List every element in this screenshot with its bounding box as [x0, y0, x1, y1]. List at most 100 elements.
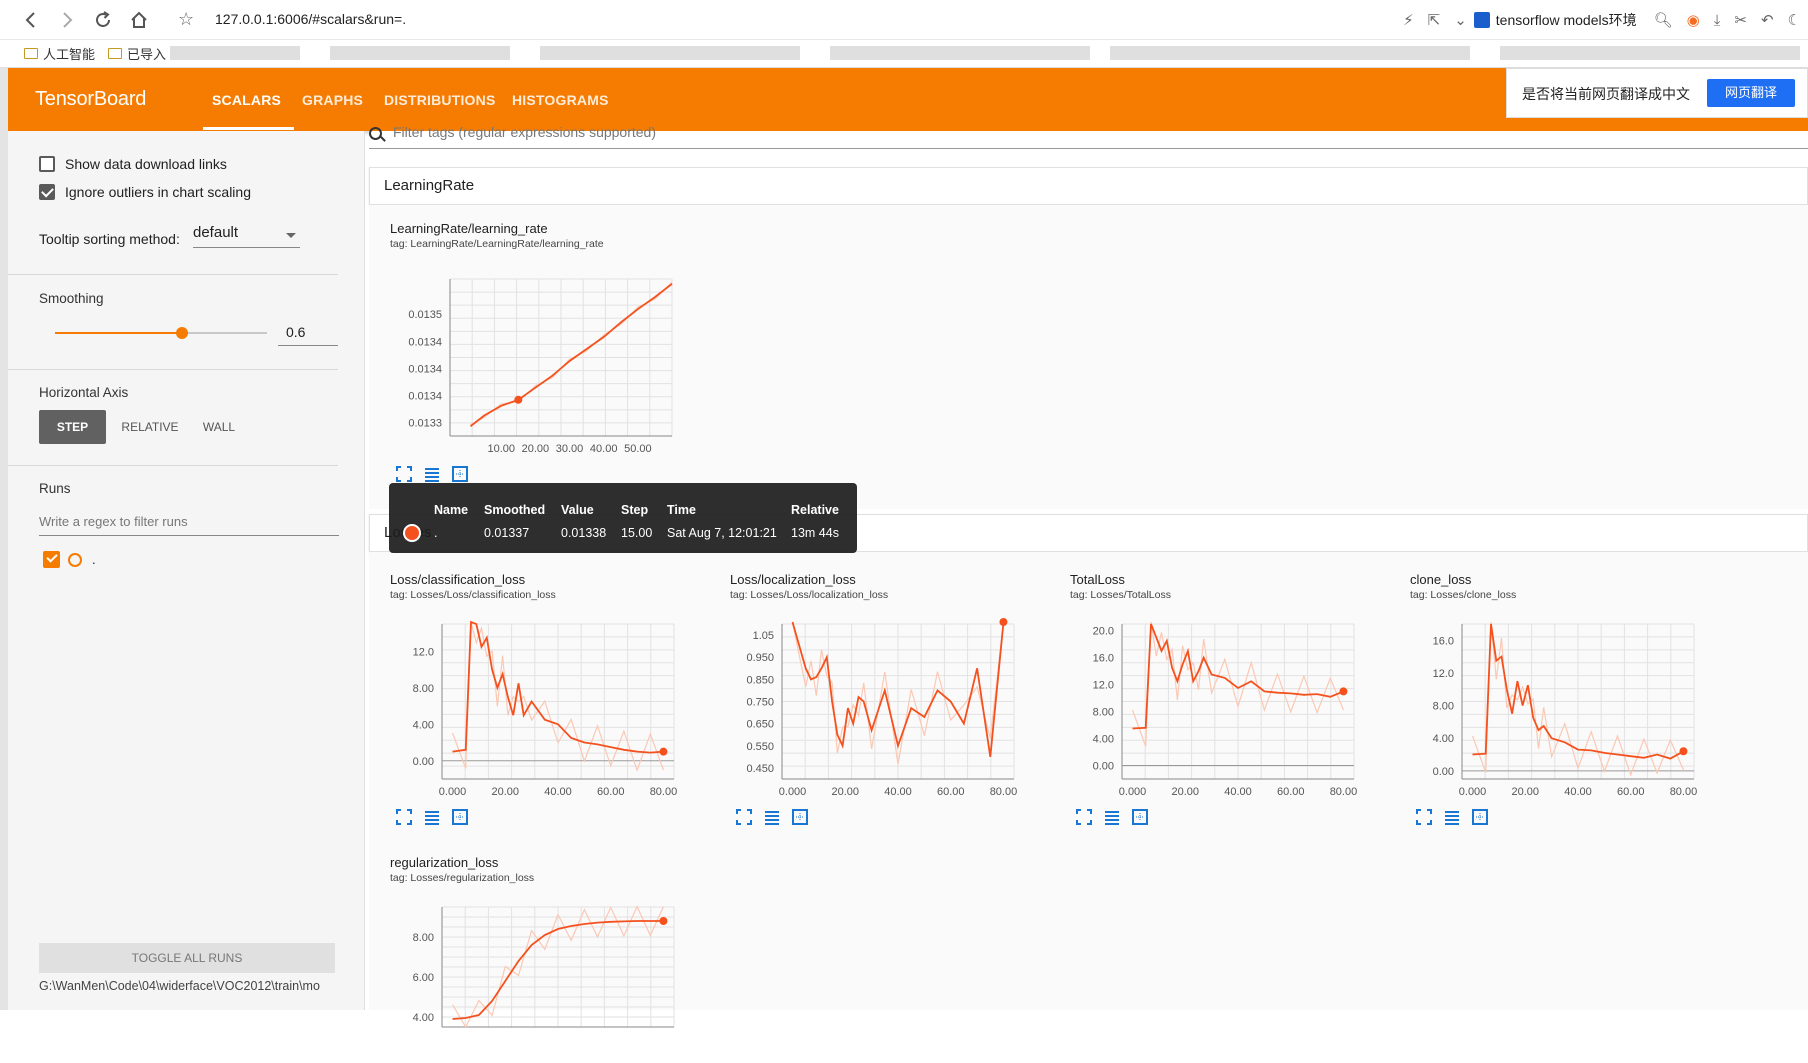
translate-button[interactable]: 网页翻译	[1707, 79, 1795, 107]
chart-svg[interactable]: 0.00 4.00 8.00 12.0 16.0 0.000 20.00 40.00 60.00…	[1390, 592, 1710, 815]
active-tab-indicator	[203, 127, 294, 130]
x-tick-label: 20.00	[832, 786, 860, 798]
chart-title: TotalLoss	[1070, 572, 1125, 587]
y-tick-label: 16.0	[1093, 653, 1114, 665]
reload-icon[interactable]	[86, 3, 120, 37]
x-tick-label: 10.00	[487, 443, 515, 455]
x-tick-label: 40.00	[1564, 786, 1592, 798]
x-tick-label: 40.00	[884, 786, 912, 798]
toggle-log-scale-icon[interactable]	[1444, 809, 1460, 825]
fit-domain-icon[interactable]	[452, 466, 468, 482]
y-tick-label: 0.550	[746, 741, 774, 753]
moon-icon[interactable]: ☾	[1788, 11, 1801, 29]
scissors-icon[interactable]: ✂	[1734, 11, 1747, 29]
tag-filter[interactable]: Filter tags (regular expressions support…	[369, 124, 1808, 149]
chart-actions	[1416, 809, 1488, 825]
tab-histograms[interactable]: HISTOGRAMS	[512, 92, 609, 108]
fit-domain-icon[interactable]	[1132, 809, 1148, 825]
lightning-icon[interactable]: ⚡	[1403, 11, 1414, 29]
x-tick-label: 50.00	[624, 443, 652, 455]
address-bar[interactable]: 127.0.0.1:6006/#scalars&run=.	[215, 11, 406, 27]
x-tick-label: 40.00	[544, 786, 572, 798]
tensorboard-toolbar: TensorBoard SCALARS GRAPHS DISTRIBUTIONS…	[8, 68, 1808, 131]
expand-chart-icon[interactable]	[396, 466, 412, 482]
blurred-bookmarks	[830, 46, 1090, 60]
tab-distributions[interactable]: DISTRIBUTIONS	[384, 92, 496, 108]
toggle-log-scale-icon[interactable]	[424, 466, 440, 482]
share-icon[interactable]: ⇱	[1428, 11, 1441, 29]
data-point-marker[interactable]	[1339, 687, 1348, 696]
chart-svg[interactable]: 4.00 6.00 8.00	[370, 875, 690, 1063]
fit-domain-icon[interactable]	[452, 809, 468, 825]
bookmark-folder-ai[interactable]: 人工智能	[24, 44, 95, 63]
tag-filter-input[interactable]: Filter tags (regular expressions support…	[393, 124, 656, 140]
axis-wall-button[interactable]: WALL	[194, 410, 244, 444]
home-icon[interactable]	[122, 3, 156, 37]
expand-chart-icon[interactable]	[396, 809, 412, 825]
ignore-outliers-checkbox[interactable]: Ignore outliers in chart scaling	[39, 184, 251, 200]
fit-domain-icon[interactable]	[792, 809, 808, 825]
fit-domain-icon[interactable]	[1472, 809, 1488, 825]
chart-svg[interactable]: 0.0133 0.0134 0.0134 0.0134 0.0135 10.00 20.00…	[370, 241, 690, 472]
back-icon[interactable]	[14, 3, 48, 37]
sidebar: Show data download links Ignore outliers…	[8, 131, 365, 1010]
slider-thumb[interactable]	[176, 327, 189, 339]
forward-icon[interactable]	[50, 3, 84, 37]
horizontal-axis-label: Horizontal Axis	[39, 385, 129, 400]
y-tick-label: 4.00	[1433, 733, 1454, 745]
toggle-log-scale-icon[interactable]	[1104, 809, 1120, 825]
game-icon[interactable]: ◉	[1687, 11, 1700, 29]
x-tick-label: 40.00	[1224, 786, 1252, 798]
checkbox-unchecked[interactable]	[39, 156, 55, 172]
data-point-marker[interactable]	[999, 618, 1008, 626]
expand-chart-icon[interactable]	[736, 809, 752, 825]
search-engine-chip[interactable]: tensorflow models环境	[1473, 10, 1637, 30]
run-color-icon	[403, 524, 421, 542]
blurred-bookmarks	[170, 46, 300, 60]
blurred-bookmarks	[1500, 46, 1800, 60]
y-tick-label: 1.05	[753, 630, 774, 642]
bookmark-star-icon[interactable]: ☆	[178, 9, 194, 30]
x-tick-label: 60.00	[597, 786, 625, 798]
smoothing-value-input[interactable]: 0.6	[278, 322, 338, 346]
run-item[interactable]: .	[43, 551, 96, 568]
show-download-links-checkbox[interactable]: Show data download links	[39, 156, 227, 172]
checkbox-checked[interactable]	[39, 184, 55, 200]
run-color-icon	[68, 552, 82, 567]
run-checkbox[interactable]	[43, 551, 60, 568]
chart-actions	[396, 809, 468, 825]
x-tick-label: 60.00	[937, 786, 965, 798]
y-tick-label: 0.0134	[408, 363, 442, 375]
data-point-marker[interactable]	[659, 747, 668, 756]
y-tick-label: 12.0	[413, 646, 434, 658]
tab-scalars[interactable]: SCALARS	[212, 92, 281, 108]
x-tick-label: 80.00	[650, 786, 678, 798]
chevron-down-icon[interactable]: ⌄	[1454, 11, 1467, 29]
data-point-marker[interactable]	[514, 395, 523, 404]
y-tick-label: 0.750	[746, 697, 774, 709]
bookmark-folder-imported[interactable]: 已导入	[108, 44, 166, 63]
runs-filter-input[interactable]: Write a regex to filter runs	[39, 510, 339, 536]
expand-chart-icon[interactable]	[1416, 809, 1432, 825]
x-tick-label: 30.00	[556, 443, 584, 455]
smoothing-slider[interactable]	[55, 327, 267, 339]
chart-svg[interactable]: 0.450 0.550 0.650 0.750 0.850 0.950 1.05 0.000 2…	[710, 592, 1030, 815]
axis-relative-button[interactable]: RELATIVE	[116, 410, 184, 444]
chart-svg[interactable]: 0.00 4.00 8.00 12.0 0.000 20.00 40.00 60.00 80.0…	[370, 592, 690, 815]
undo-icon[interactable]: ↶	[1761, 11, 1774, 29]
x-tick-label: 80.00	[990, 786, 1018, 798]
search-icon[interactable]: 🔍︎	[1654, 11, 1673, 29]
chart-svg[interactable]: 0.00 4.00 8.00 12.0 16.0 20.0 0.000 20.00 40.00 6…	[1050, 592, 1370, 815]
tab-graphs[interactable]: GRAPHS	[302, 92, 363, 108]
data-point-marker[interactable]	[1679, 747, 1688, 756]
expand-chart-icon[interactable]	[1076, 809, 1092, 825]
toggle-log-scale-icon[interactable]	[424, 809, 440, 825]
tooltip-sort-dropdown[interactable]: default	[193, 224, 300, 248]
axis-step-button[interactable]: STEP	[39, 410, 106, 444]
category-learningrate[interactable]: LearningRate	[369, 167, 1808, 205]
download-icon[interactable]: ⤓	[1714, 12, 1721, 29]
data-point-marker[interactable]	[659, 917, 668, 925]
toggle-all-runs-button[interactable]: TOGGLE ALL RUNS	[39, 943, 335, 973]
caret-down-icon	[286, 233, 296, 238]
toggle-log-scale-icon[interactable]	[764, 809, 780, 825]
